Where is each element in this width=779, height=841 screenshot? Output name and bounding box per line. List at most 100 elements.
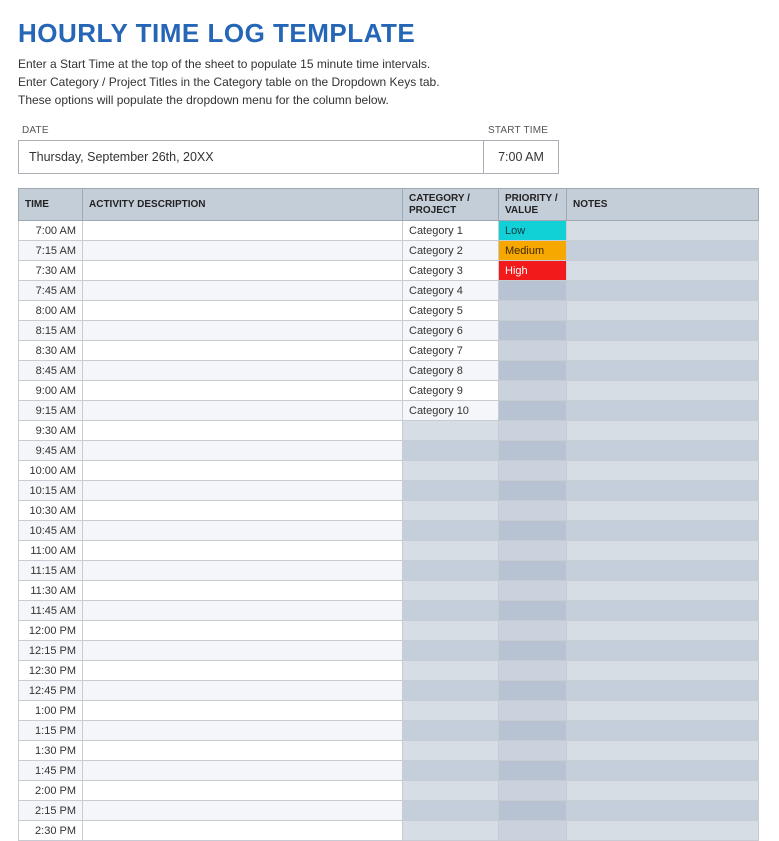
priority-cell[interactable] — [499, 781, 567, 801]
category-cell[interactable] — [403, 621, 499, 641]
notes-cell[interactable] — [567, 261, 759, 281]
priority-cell[interactable] — [499, 361, 567, 381]
priority-cell[interactable] — [499, 461, 567, 481]
category-cell[interactable] — [403, 461, 499, 481]
priority-cell[interactable] — [499, 441, 567, 461]
activity-cell[interactable] — [83, 561, 403, 581]
notes-cell[interactable] — [567, 761, 759, 781]
start-time-input[interactable]: 7:00 AM — [484, 140, 559, 174]
priority-cell[interactable] — [499, 501, 567, 521]
category-cell[interactable] — [403, 661, 499, 681]
category-cell[interactable] — [403, 481, 499, 501]
priority-cell[interactable] — [499, 521, 567, 541]
activity-cell[interactable] — [83, 381, 403, 401]
priority-cell[interactable] — [499, 701, 567, 721]
priority-cell[interactable] — [499, 541, 567, 561]
activity-cell[interactable] — [83, 421, 403, 441]
activity-cell[interactable] — [83, 761, 403, 781]
priority-cell[interactable] — [499, 661, 567, 681]
activity-cell[interactable] — [83, 261, 403, 281]
priority-cell[interactable] — [499, 341, 567, 361]
activity-cell[interactable] — [83, 641, 403, 661]
category-cell[interactable] — [403, 781, 499, 801]
notes-cell[interactable] — [567, 661, 759, 681]
activity-cell[interactable] — [83, 821, 403, 841]
priority-cell[interactable]: High — [499, 261, 567, 281]
notes-cell[interactable] — [567, 221, 759, 241]
category-cell[interactable] — [403, 761, 499, 781]
activity-cell[interactable] — [83, 281, 403, 301]
notes-cell[interactable] — [567, 621, 759, 641]
category-cell[interactable] — [403, 561, 499, 581]
category-cell[interactable] — [403, 821, 499, 841]
activity-cell[interactable] — [83, 361, 403, 381]
priority-cell[interactable] — [499, 721, 567, 741]
activity-cell[interactable] — [83, 601, 403, 621]
category-cell[interactable] — [403, 541, 499, 561]
category-cell[interactable] — [403, 441, 499, 461]
category-cell[interactable]: Category 5 — [403, 301, 499, 321]
activity-cell[interactable] — [83, 701, 403, 721]
category-cell[interactable]: Category 10 — [403, 401, 499, 421]
activity-cell[interactable] — [83, 741, 403, 761]
priority-cell[interactable] — [499, 601, 567, 621]
activity-cell[interactable] — [83, 241, 403, 261]
activity-cell[interactable] — [83, 321, 403, 341]
priority-cell[interactable] — [499, 681, 567, 701]
notes-cell[interactable] — [567, 301, 759, 321]
notes-cell[interactable] — [567, 241, 759, 261]
activity-cell[interactable] — [83, 661, 403, 681]
priority-cell[interactable] — [499, 821, 567, 841]
category-cell[interactable] — [403, 641, 499, 661]
notes-cell[interactable] — [567, 721, 759, 741]
activity-cell[interactable] — [83, 541, 403, 561]
notes-cell[interactable] — [567, 641, 759, 661]
category-cell[interactable]: Category 7 — [403, 341, 499, 361]
category-cell[interactable]: Category 8 — [403, 361, 499, 381]
notes-cell[interactable] — [567, 281, 759, 301]
notes-cell[interactable] — [567, 461, 759, 481]
activity-cell[interactable] — [83, 221, 403, 241]
priority-cell[interactable] — [499, 801, 567, 821]
activity-cell[interactable] — [83, 401, 403, 421]
activity-cell[interactable] — [83, 481, 403, 501]
notes-cell[interactable] — [567, 321, 759, 341]
notes-cell[interactable] — [567, 361, 759, 381]
notes-cell[interactable] — [567, 781, 759, 801]
category-cell[interactable]: Category 3 — [403, 261, 499, 281]
notes-cell[interactable] — [567, 821, 759, 841]
priority-cell[interactable] — [499, 761, 567, 781]
category-cell[interactable] — [403, 421, 499, 441]
category-cell[interactable] — [403, 601, 499, 621]
category-cell[interactable] — [403, 581, 499, 601]
category-cell[interactable]: Category 2 — [403, 241, 499, 261]
notes-cell[interactable] — [567, 561, 759, 581]
category-cell[interactable]: Category 9 — [403, 381, 499, 401]
priority-cell[interactable] — [499, 321, 567, 341]
activity-cell[interactable] — [83, 621, 403, 641]
priority-cell[interactable] — [499, 641, 567, 661]
priority-cell[interactable]: Low — [499, 221, 567, 241]
category-cell[interactable]: Category 4 — [403, 281, 499, 301]
activity-cell[interactable] — [83, 681, 403, 701]
notes-cell[interactable] — [567, 341, 759, 361]
activity-cell[interactable] — [83, 521, 403, 541]
notes-cell[interactable] — [567, 401, 759, 421]
priority-cell[interactable] — [499, 401, 567, 421]
activity-cell[interactable] — [83, 781, 403, 801]
notes-cell[interactable] — [567, 801, 759, 821]
priority-cell[interactable] — [499, 481, 567, 501]
notes-cell[interactable] — [567, 521, 759, 541]
priority-cell[interactable] — [499, 741, 567, 761]
notes-cell[interactable] — [567, 581, 759, 601]
notes-cell[interactable] — [567, 741, 759, 761]
category-cell[interactable]: Category 6 — [403, 321, 499, 341]
category-cell[interactable] — [403, 741, 499, 761]
category-cell[interactable] — [403, 501, 499, 521]
activity-cell[interactable] — [83, 801, 403, 821]
priority-cell[interactable] — [499, 561, 567, 581]
notes-cell[interactable] — [567, 441, 759, 461]
category-cell[interactable] — [403, 521, 499, 541]
notes-cell[interactable] — [567, 381, 759, 401]
date-input[interactable]: Thursday, September 26th, 20XX — [18, 140, 484, 174]
